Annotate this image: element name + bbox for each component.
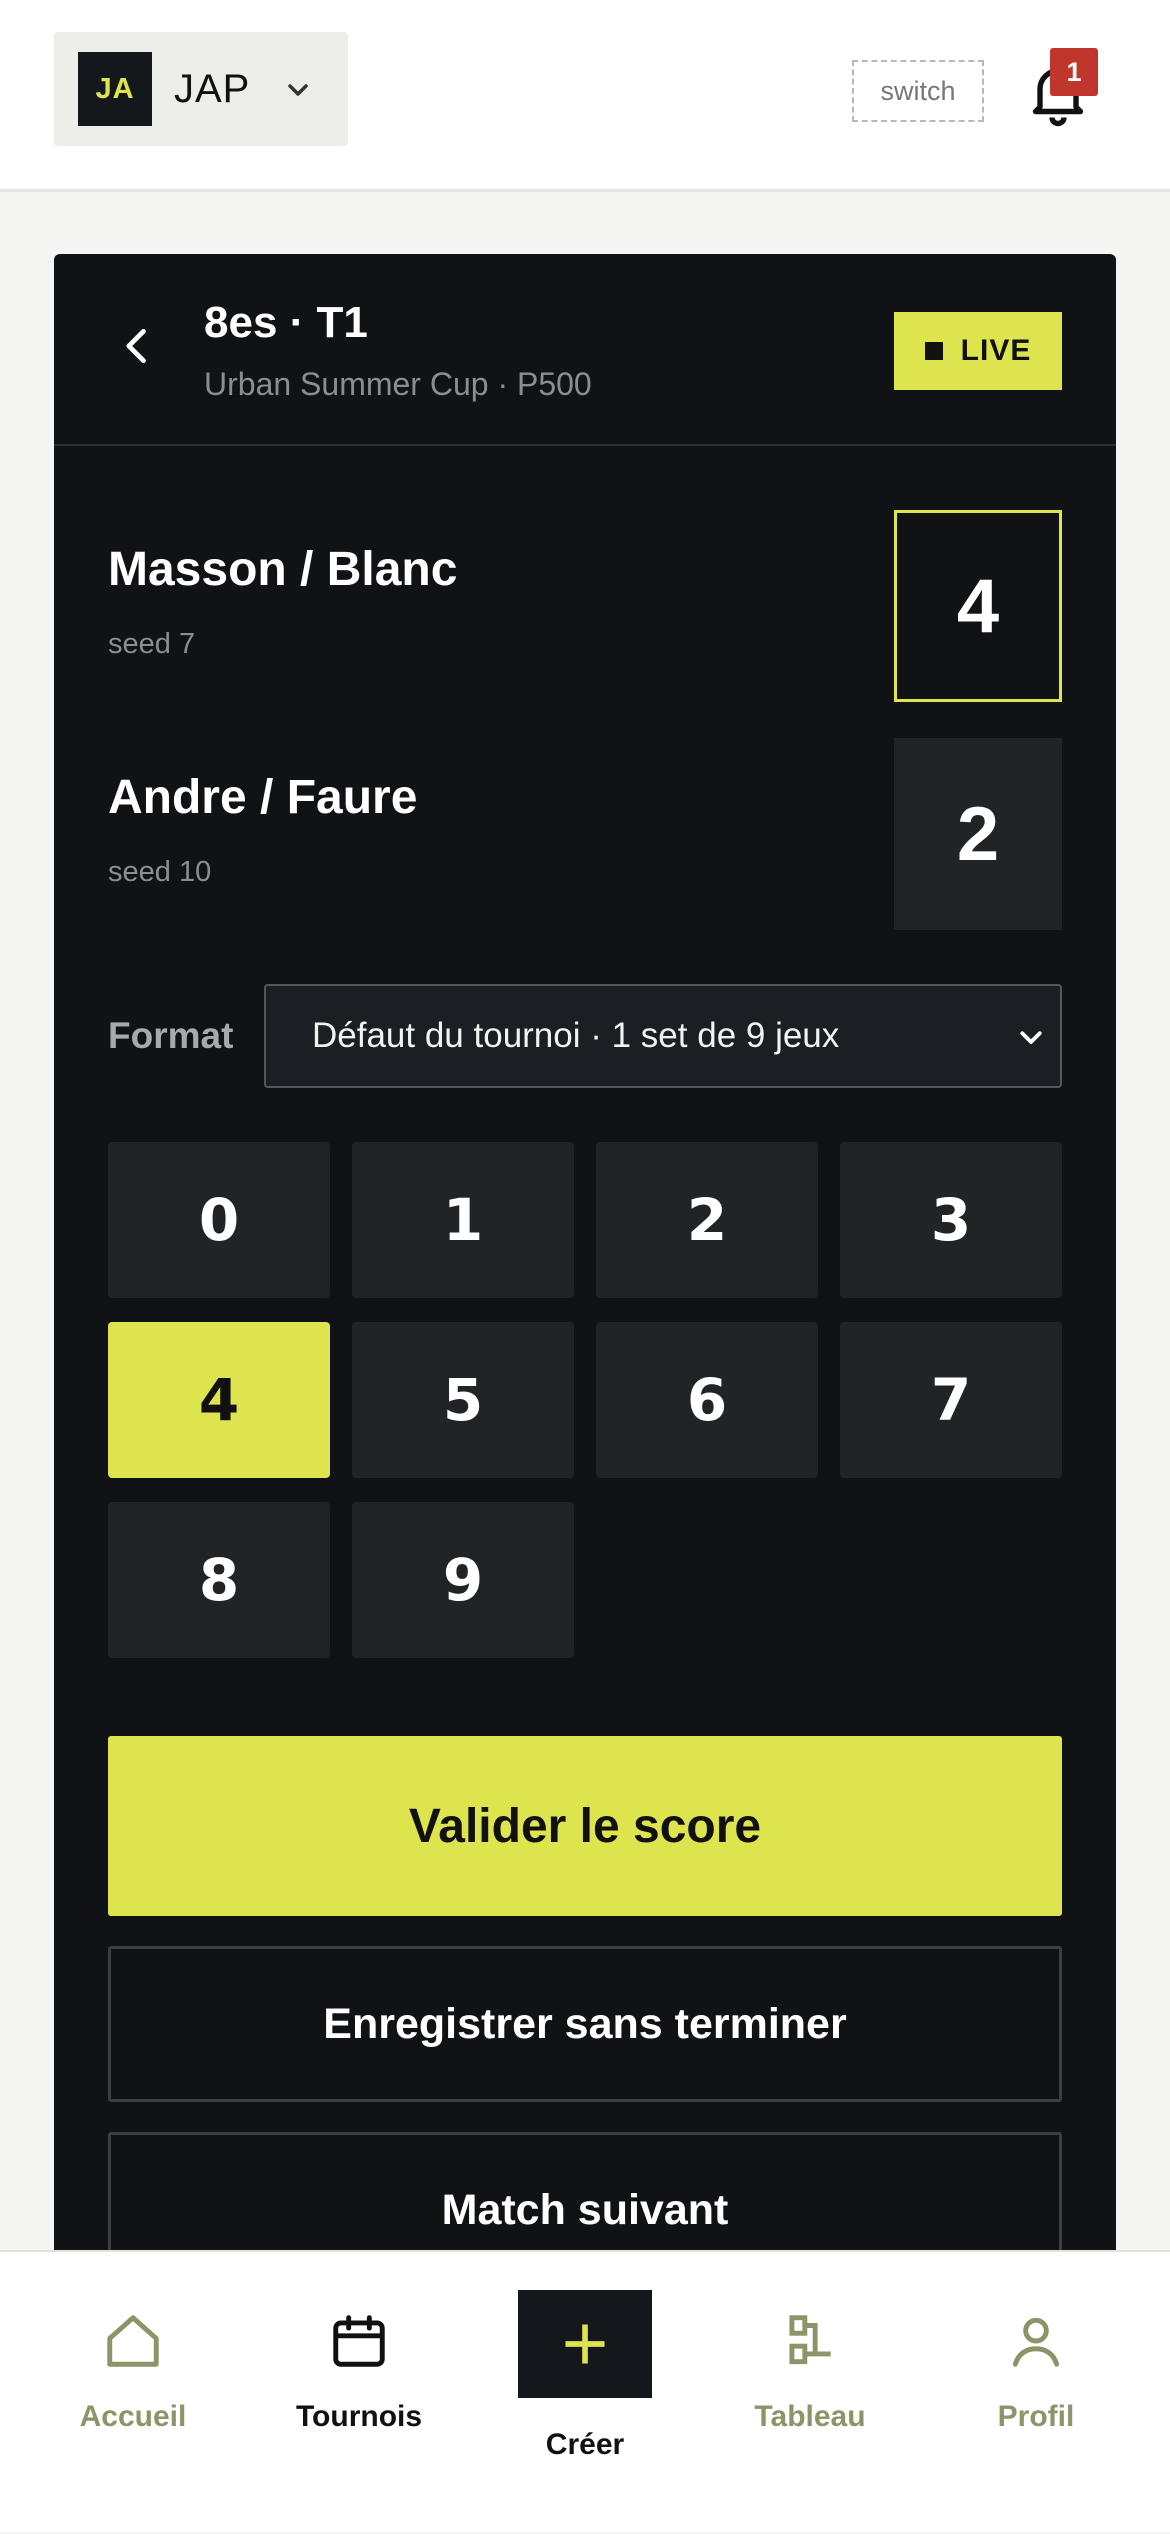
chevron-down-icon — [288, 84, 308, 96]
team1-name: Masson / Blanc — [108, 543, 458, 596]
back-arrow-icon[interactable] — [116, 324, 160, 368]
nav-label-create: Créer — [545, 2428, 625, 2461]
format-value: Défaut du tournoi · 1 set de 9 jeux — [312, 1016, 840, 1055]
bottom-nav: Accueil Tournois Créer Tableau Profil — [0, 2250, 1170, 2532]
score-key-2[interactable]: 2 — [596, 1142, 818, 1298]
score-key-5[interactable]: 5 — [352, 1322, 574, 1478]
team2-score[interactable]: 2 — [894, 738, 1062, 930]
team2-seed: seed 10 — [108, 856, 212, 888]
match-card: 8es · T1 Urban Summer Cup · P500 LIVE Ma… — [54, 254, 1116, 2294]
nav-label-tournaments: Tournois — [295, 2400, 423, 2433]
card-header: 8es · T1 Urban Summer Cup · P500 LIVE — [54, 254, 1116, 446]
score-key-6[interactable]: 6 — [596, 1322, 818, 1478]
switch-button[interactable]: switch — [852, 60, 984, 122]
tournament-subtitle: Urban Summer Cup · P500 — [204, 366, 592, 402]
format-select[interactable]: Défaut du tournoi · 1 set de 9 jeux — [264, 984, 1062, 1088]
account-name: JAP — [174, 67, 251, 111]
live-square-icon — [924, 342, 943, 360]
score-key-8[interactable]: 8 — [108, 1502, 330, 1658]
team1-score[interactable]: 4 — [894, 510, 1062, 702]
score-key-7[interactable]: 7 — [840, 1322, 1062, 1478]
nav-item-board[interactable]: Tableau — [693, 2252, 927, 2534]
account-switcher[interactable]: JA JAP — [54, 32, 348, 146]
live-label: LIVE — [960, 334, 1032, 367]
avatar: JA — [78, 52, 152, 126]
nav-item-profile[interactable]: Profil — [919, 2252, 1153, 2534]
score-key-1[interactable]: 1 — [352, 1142, 574, 1298]
nav-label-home: Accueil — [79, 2400, 187, 2433]
round-title: 8es · T1 — [204, 298, 368, 347]
score-key-4[interactable]: 4 — [108, 1322, 330, 1478]
score-key-3[interactable]: 3 — [840, 1142, 1062, 1298]
save-without-finishing-button[interactable]: Enregistrer sans terminer — [108, 1946, 1062, 2102]
notification-badge: 1 — [1050, 48, 1098, 96]
team2-name: Andre / Faure — [108, 771, 418, 824]
nav-item-home[interactable]: Accueil — [16, 2252, 250, 2534]
bracket-icon — [789, 2315, 831, 2365]
score-key-0[interactable]: 0 — [108, 1142, 330, 1298]
score-key-9[interactable]: 9 — [352, 1502, 574, 1658]
create-button[interactable] — [518, 2290, 652, 2398]
calendar-icon — [333, 2315, 385, 2367]
plus-icon — [565, 2324, 605, 2364]
chevron-down-icon — [1020, 1031, 1042, 1044]
user-icon — [1012, 2317, 1060, 2367]
format-label: Format — [108, 1015, 234, 1056]
home-icon — [107, 2315, 159, 2367]
top-header: JA JAP switch 1 — [0, 0, 1170, 192]
team1-seed: seed 7 — [108, 628, 196, 660]
nav-item-tournaments[interactable]: Tournois — [242, 2252, 476, 2534]
nav-label-profile: Profil — [997, 2400, 1075, 2433]
validate-score-button[interactable]: Valider le score — [108, 1736, 1062, 1916]
nav-label-board: Tableau — [754, 2400, 866, 2433]
live-badge: LIVE — [894, 312, 1062, 390]
